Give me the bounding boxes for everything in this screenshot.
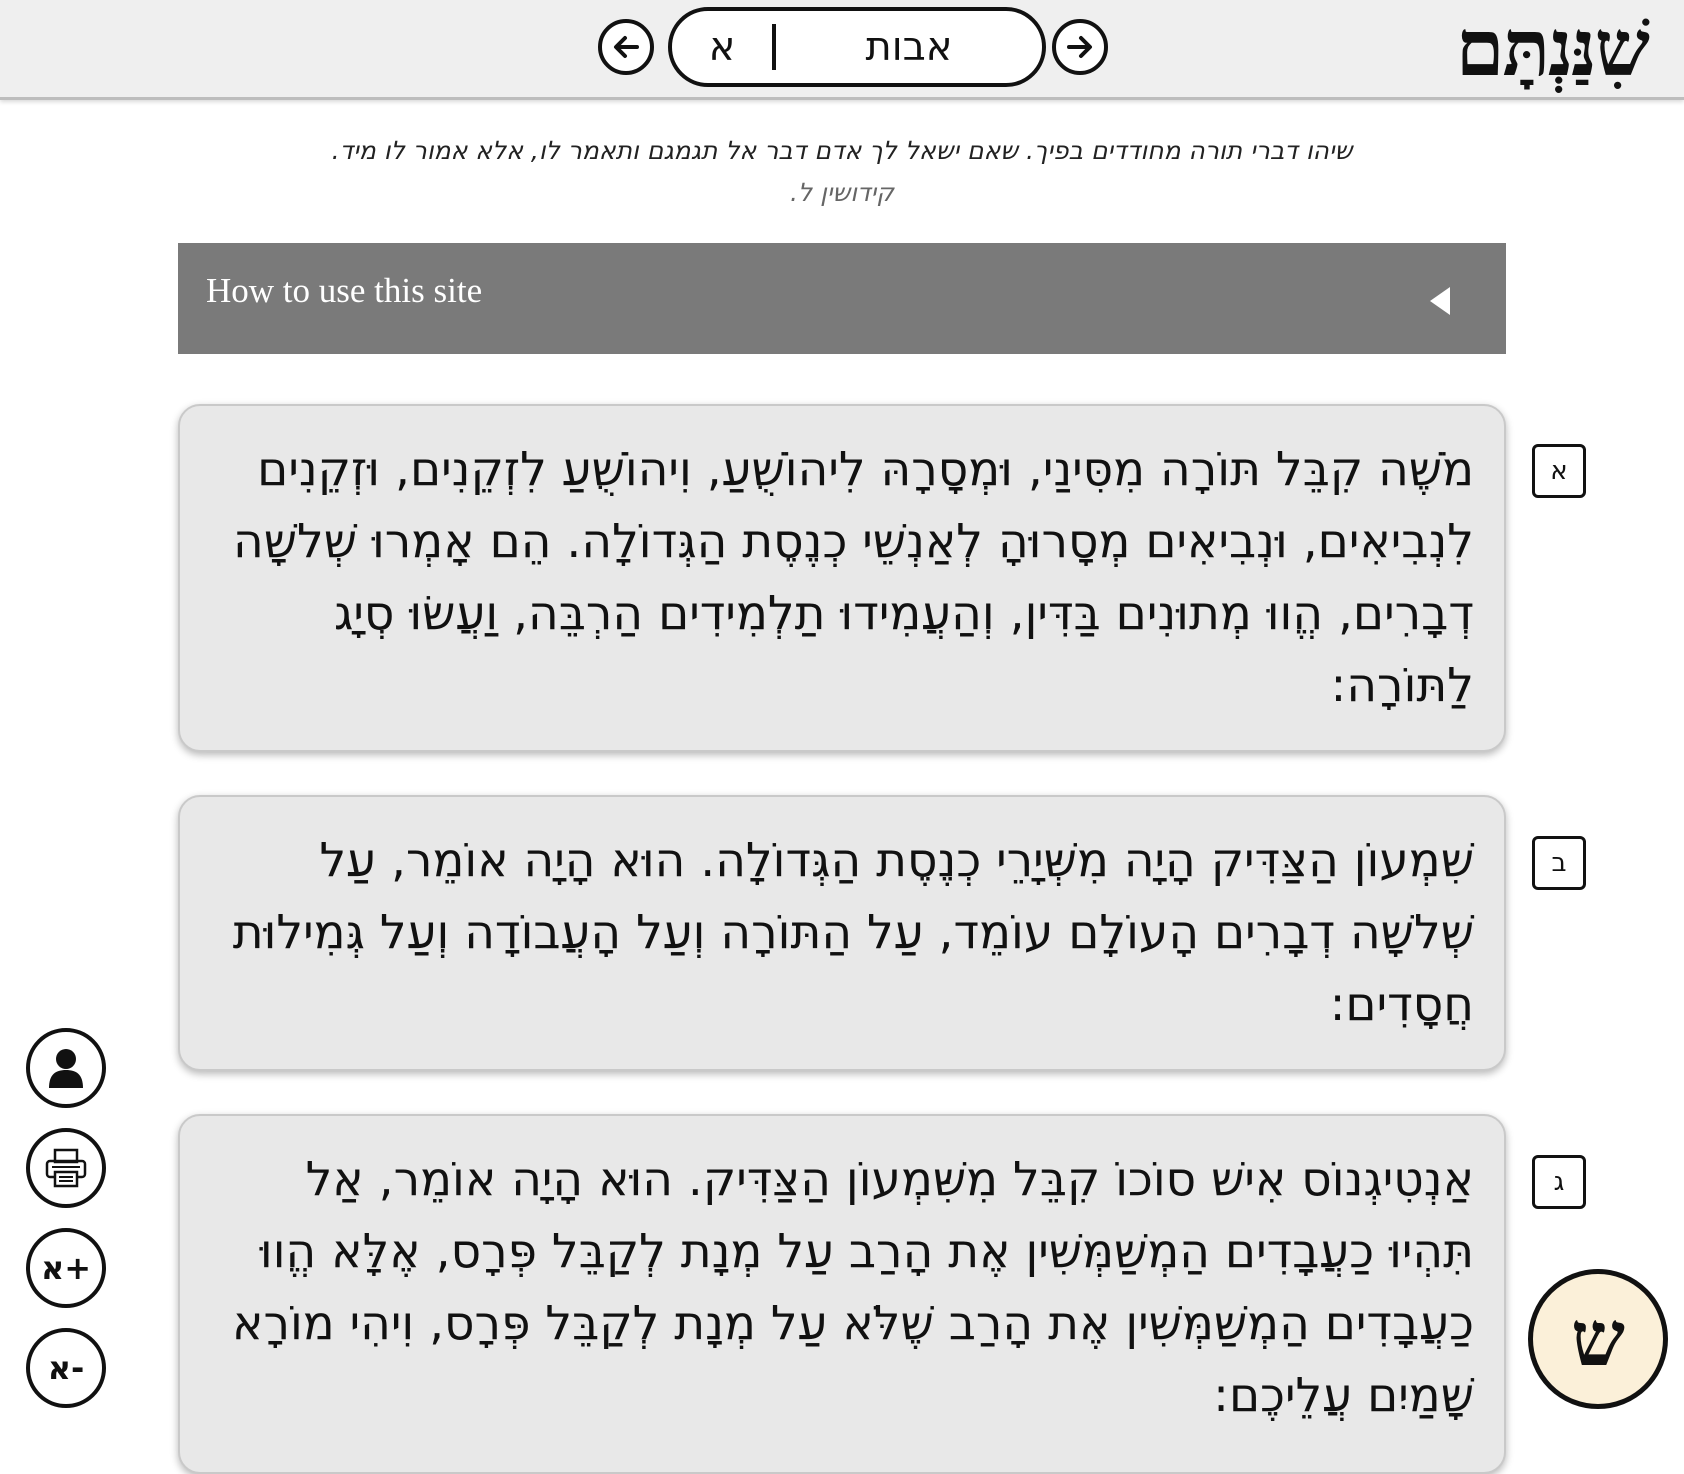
mishna-card: שִׁמְעוֹן הַצַּדִּיק הָיָה מִשְּׁיָרֵי כ…	[178, 795, 1506, 1071]
triangle-left-icon	[1430, 287, 1450, 315]
selector-divider	[772, 24, 776, 70]
mishna-number[interactable]: ב	[1532, 836, 1586, 890]
quote-text: שיהו דברי תורה מחודדים בפיך. שאם ישאל לך…	[331, 136, 1353, 165]
mishna-text: שִׁמְעוֹן הַצַּדִּיק הָיָה מִשְּׁיָרֵי כ…	[232, 833, 1474, 1032]
mishna-text: אַנְטִיגְנוֹס אִישׁ סוֹכוֹ קִבֵּל מִשִּׁ…	[232, 1152, 1474, 1423]
previous-chapter-button[interactable]	[598, 19, 654, 75]
font-decrease-button[interactable]: א-	[26, 1328, 106, 1408]
mishna-card: מֹשֶׁה קִבֵּל תּוֹרָה מִסִּינַי, וּמְסָר…	[178, 404, 1506, 752]
person-icon	[49, 1049, 83, 1088]
mishna-card: אַנְטִיגְנוֹס אִישׁ סוֹכוֹ קִבֵּל מִשִּׁ…	[178, 1114, 1506, 1474]
site-logo[interactable]: שִׁנַּנְתָּם	[1456, 0, 1650, 97]
mishna-number[interactable]: א	[1532, 444, 1586, 498]
how-to-use-toggle[interactable]: How to use this site	[178, 243, 1506, 354]
account-button[interactable]	[26, 1028, 106, 1108]
next-chapter-button[interactable]	[1052, 19, 1108, 75]
how-to-use-label: How to use this site	[206, 271, 483, 310]
mishna-text: מֹשֶׁה קִבֵּל תּוֹרָה מִסִּינַי, וּמְסָר…	[233, 442, 1474, 713]
logo-menu-button[interactable]: ש	[1528, 1269, 1668, 1409]
chapter-selector: אבות א	[668, 7, 1046, 87]
quote-source: קידושין ל.	[789, 178, 894, 207]
tractate-select[interactable]: אבות	[776, 24, 1042, 70]
font-increase-button[interactable]: א+	[26, 1228, 106, 1308]
mishna-number[interactable]: ג	[1532, 1155, 1586, 1209]
arrow-right-icon	[1067, 36, 1092, 58]
top-bar: אבות א שִׁנַּנְתָּם	[0, 0, 1684, 100]
header-quote: שיהו דברי תורה מחודדים בפיך. שאם ישאל לך…	[300, 130, 1384, 214]
chapter-select[interactable]: א	[672, 24, 772, 70]
print-button[interactable]	[26, 1128, 106, 1208]
printer-icon	[45, 1148, 87, 1188]
arrow-left-icon	[614, 36, 639, 58]
